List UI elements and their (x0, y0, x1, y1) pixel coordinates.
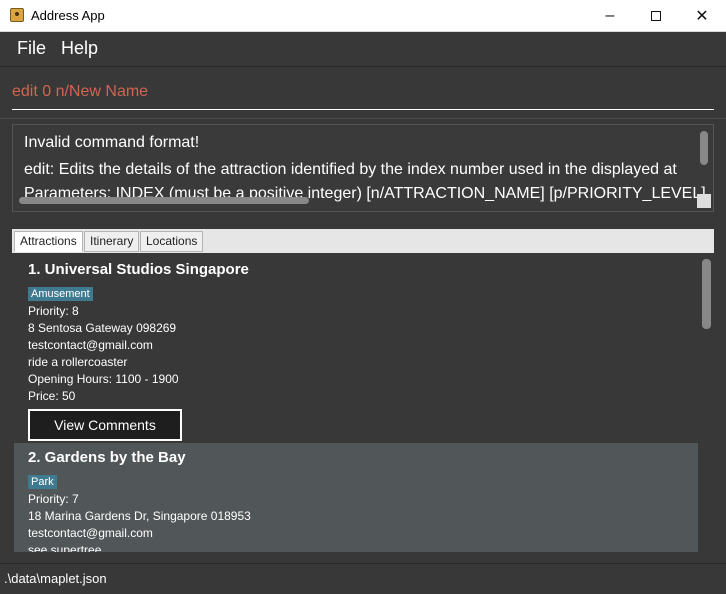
attraction-email: testcontact@gmail.com (28, 526, 153, 540)
attraction-priority: Priority: 7 (28, 492, 79, 506)
attraction-tag: Amusement (28, 287, 93, 301)
window-title: Address App (31, 8, 105, 23)
close-icon: ✕ (695, 7, 709, 25)
result-vertical-scrollbar[interactable] (700, 131, 708, 165)
attraction-description: ride a rollercoaster (28, 355, 128, 369)
app-icon (10, 8, 24, 22)
attraction-email: testcontact@gmail.com (28, 338, 153, 352)
tab-locations[interactable]: Locations (140, 231, 204, 252)
scroll-corner (697, 194, 711, 208)
view-comments-button[interactable]: View Comments (28, 409, 182, 441)
minimize-icon: – (605, 6, 615, 24)
attraction-card[interactable]: 2. Gardens by the Bay Park Priority: 7 1… (14, 443, 698, 552)
title-bar: Address App – ✕ (0, 0, 726, 32)
minimize-button[interactable]: – (587, 0, 633, 31)
list-vertical-scrollbar[interactable] (702, 259, 711, 329)
attraction-hours: Opening Hours: 1100 - 1900 (28, 372, 179, 386)
attraction-priority: Priority: 8 (28, 304, 79, 318)
result-line-2: edit: Edits the details of the attractio… (24, 161, 677, 178)
result-line-1: Invalid command format! (24, 134, 200, 151)
tab-bar: Attractions Itinerary Locations (12, 229, 714, 253)
attraction-price: Price: 50 (28, 389, 76, 403)
close-button[interactable]: ✕ (679, 0, 725, 31)
result-horizontal-scrollbar[interactable] (19, 197, 309, 204)
tab-pane: Attractions Itinerary Locations 1. Unive… (12, 229, 714, 552)
tab-itinerary[interactable]: Itinerary (84, 231, 140, 252)
attraction-title: 2. Gardens by the Bay (28, 449, 186, 466)
menu-bar: File Help (0, 32, 726, 67)
attraction-title: 1. Universal Studios Singapore (28, 261, 249, 278)
attraction-tag: Park (28, 475, 57, 489)
attraction-address: 18 Marina Gardens Dr, Singapore 018953 (28, 509, 251, 523)
attraction-address: 8 Sentosa Gateway 098269 (28, 321, 177, 335)
save-location: .\data\maplet.json (4, 571, 107, 586)
maximize-icon (651, 10, 661, 21)
attraction-card[interactable]: 1. Universal Studios Singapore Amusement… (14, 255, 698, 443)
attraction-description: see supertree (28, 543, 102, 552)
status-bar: .\data\maplet.json (0, 563, 726, 594)
result-display: Invalid command format! edit: Edits the … (12, 124, 714, 212)
tab-attractions[interactable]: Attractions (14, 231, 83, 252)
maximize-button[interactable] (633, 0, 679, 31)
command-box: edit 0 n/New Name (0, 67, 726, 119)
command-input[interactable]: edit 0 n/New Name (12, 81, 714, 110)
menu-help[interactable]: Help (61, 38, 98, 59)
menu-file[interactable]: File (17, 38, 46, 59)
